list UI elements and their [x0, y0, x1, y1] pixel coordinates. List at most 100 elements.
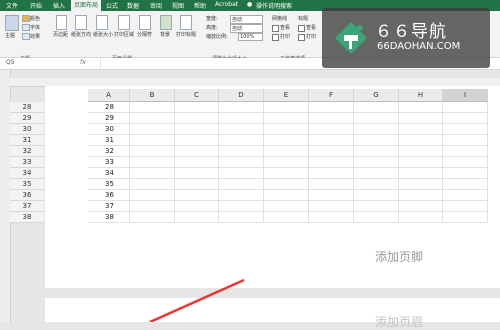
cell-empty[interactable]: [130, 102, 175, 113]
cell-empty[interactable]: [130, 179, 175, 190]
orientation-button[interactable]: 纸张方向: [71, 31, 91, 38]
cell-empty[interactable]: [399, 146, 443, 157]
cell-empty[interactable]: [399, 135, 443, 146]
cell-empty[interactable]: [175, 135, 219, 146]
tab-page-layout[interactable]: 页面布局: [71, 0, 102, 11]
cell-empty[interactable]: [399, 113, 443, 124]
cell-empty[interactable]: [354, 212, 399, 223]
cell-empty[interactable]: [399, 201, 443, 212]
cell-empty[interactable]: [354, 201, 399, 212]
breaks-icon[interactable]: [139, 15, 151, 30]
cell-empty[interactable]: [130, 113, 175, 124]
orientation-icon[interactable]: [75, 15, 87, 30]
cell-empty[interactable]: [264, 146, 309, 157]
cell-empty[interactable]: [443, 168, 488, 179]
cell-empty[interactable]: [130, 212, 175, 223]
row-header[interactable]: 38: [10, 212, 44, 223]
cell-empty[interactable]: [354, 146, 399, 157]
cell-empty[interactable]: [130, 135, 175, 146]
tell-me-search[interactable]: 操作说明搜索: [256, 1, 292, 10]
cell-empty[interactable]: [443, 201, 488, 212]
margins-icon[interactable]: [56, 15, 67, 30]
cell-empty[interactable]: [443, 146, 488, 157]
background-icon[interactable]: [160, 15, 172, 30]
row-header[interactable]: 32: [10, 146, 44, 157]
cell-empty[interactable]: [443, 102, 488, 113]
column-header-c[interactable]: C: [175, 89, 219, 102]
cell-empty[interactable]: [399, 124, 443, 135]
cell-empty[interactable]: [130, 190, 175, 201]
cell-empty[interactable]: [354, 135, 399, 146]
cell-empty[interactable]: [264, 113, 309, 124]
cell-empty[interactable]: [309, 113, 354, 124]
cell-empty[interactable]: [264, 168, 309, 179]
cell-empty[interactable]: [175, 212, 219, 223]
row-header[interactable]: 36: [10, 190, 44, 201]
cell-empty[interactable]: [175, 113, 219, 124]
cell-a[interactable]: 33: [88, 157, 130, 168]
cell-empty[interactable]: [354, 113, 399, 124]
cell-empty[interactable]: [354, 168, 399, 179]
column-header-a[interactable]: A: [88, 89, 130, 102]
cell-empty[interactable]: [399, 190, 443, 201]
cell-empty[interactable]: [443, 190, 488, 201]
tab-file[interactable]: 文件: [6, 1, 18, 10]
size-button[interactable]: 纸张大小: [93, 31, 113, 38]
tab-view[interactable]: 视图: [172, 1, 184, 10]
themes-icon[interactable]: [5, 15, 19, 31]
cell-empty[interactable]: [175, 146, 219, 157]
column-header-e[interactable]: E: [264, 89, 309, 102]
tab-formulas[interactable]: 公式: [106, 1, 118, 10]
cell-a[interactable]: 37: [88, 201, 130, 212]
colors-button[interactable]: 颜色: [30, 15, 40, 22]
cell-empty[interactable]: [130, 201, 175, 212]
headings-print-checkbox[interactable]: [298, 34, 305, 41]
cell-empty[interactable]: [443, 113, 488, 124]
cell-empty[interactable]: [175, 102, 219, 113]
row-header[interactable]: 31: [10, 135, 44, 146]
fx-icon[interactable]: fx: [80, 59, 86, 66]
column-header-d[interactable]: D: [219, 89, 264, 102]
cell-empty[interactable]: [130, 146, 175, 157]
cell-empty[interactable]: [399, 102, 443, 113]
height-select[interactable]: 自动: [230, 24, 263, 33]
cell-empty[interactable]: [443, 124, 488, 135]
width-select[interactable]: 自动: [230, 15, 263, 24]
effects-button[interactable]: 效果: [30, 33, 40, 40]
cell-empty[interactable]: [309, 201, 354, 212]
cell-a[interactable]: 29: [88, 113, 130, 124]
scale-input[interactable]: 100%: [238, 33, 263, 41]
cell-empty[interactable]: [175, 168, 219, 179]
cell-empty[interactable]: [354, 102, 399, 113]
tab-review[interactable]: 审阅: [150, 1, 162, 10]
cell-empty[interactable]: [219, 168, 264, 179]
cell-a[interactable]: 35: [88, 179, 130, 190]
tab-insert[interactable]: 插入: [53, 1, 65, 10]
gridlines-view-checkbox[interactable]: [272, 25, 279, 32]
cell-empty[interactable]: [219, 135, 264, 146]
cell-empty[interactable]: [264, 212, 309, 223]
cell-a[interactable]: 28: [88, 102, 130, 113]
row-header[interactable]: 28: [10, 102, 44, 113]
print-area-button[interactable]: 打印区域: [114, 31, 134, 38]
tab-help[interactable]: 帮助: [194, 1, 206, 10]
themes-button[interactable]: 主题: [5, 32, 15, 39]
cell-empty[interactable]: [354, 179, 399, 190]
background-button[interactable]: 背景: [160, 31, 170, 38]
tab-data[interactable]: 数据: [127, 1, 139, 10]
cell-empty[interactable]: [309, 102, 354, 113]
cell-a[interactable]: 31: [88, 135, 130, 146]
cell-empty[interactable]: [264, 190, 309, 201]
cell-empty[interactable]: [219, 146, 264, 157]
cell-empty[interactable]: [130, 157, 175, 168]
cell-empty[interactable]: [354, 124, 399, 135]
name-box[interactable]: Q5: [6, 59, 15, 66]
cell-empty[interactable]: [354, 157, 399, 168]
cell-empty[interactable]: [264, 124, 309, 135]
cell-a[interactable]: 30: [88, 124, 130, 135]
row-header[interactable]: 35: [10, 179, 44, 190]
row-header[interactable]: 29: [10, 113, 44, 124]
gridlines-print-checkbox[interactable]: [272, 34, 279, 41]
column-header-i[interactable]: I: [443, 89, 488, 102]
cell-empty[interactable]: [219, 124, 264, 135]
